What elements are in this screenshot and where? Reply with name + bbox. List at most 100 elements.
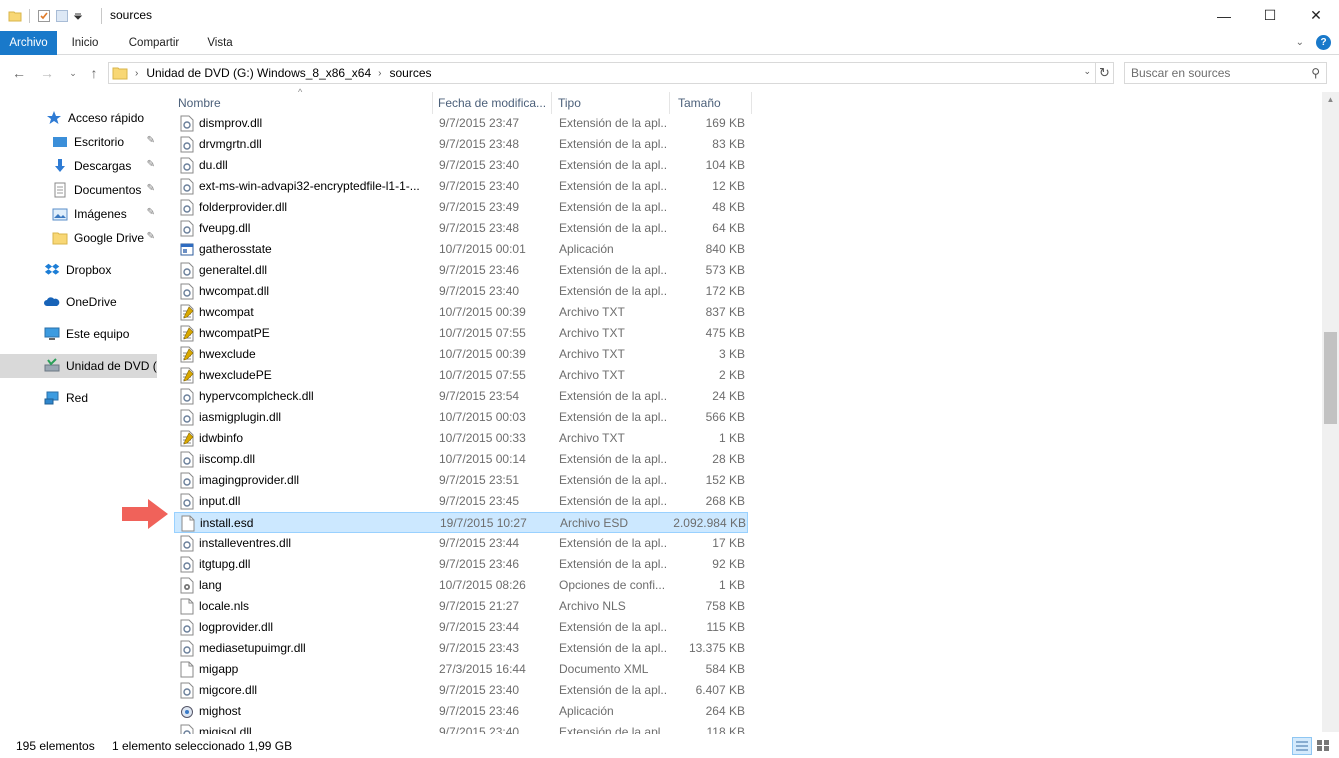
file-size: 118 KB — [706, 725, 745, 734]
table-row[interactable]: hwexclude 10/7/2015 00:39 Archivo TXT 3 KB — [174, 344, 748, 365]
breadcrumb-sources[interactable]: sources — [389, 66, 431, 80]
address-bar[interactable]: › Unidad de DVD (G:) Windows_8_x86_x64 ›… — [108, 62, 1096, 84]
breadcrumb-chevron-icon[interactable]: › — [378, 68, 381, 79]
expand-ribbon-icon[interactable]: ⌄ — [1296, 37, 1304, 48]
vertical-scrollbar[interactable]: ▲ — [1322, 92, 1339, 732]
properties-icon[interactable] — [37, 9, 51, 23]
nav-item-escritorio[interactable]: Escritorio ✎ — [0, 130, 157, 154]
dll-file-icon — [180, 535, 194, 552]
column-header-tipo[interactable]: Tipo — [554, 92, 670, 114]
table-row[interactable]: hwcompatPE 10/7/2015 07:55 Archivo TXT 475 … — [174, 323, 748, 344]
blank-file-icon — [180, 661, 194, 678]
tab-vista[interactable]: Vista — [201, 31, 239, 55]
recent-locations-icon[interactable]: ⌄ — [64, 64, 82, 82]
nav-item-onedrive[interactable]: OneDrive — [0, 290, 157, 314]
new-folder-icon[interactable] — [55, 9, 69, 23]
table-row[interactable]: lang 10/7/2015 08:26 Opciones de confi... 1… — [174, 575, 748, 596]
file-date: 10/7/2015 00:01 — [439, 242, 526, 256]
nav-item-documentos[interactable]: Documentos ✎ — [0, 178, 157, 202]
maximize-button[interactable]: ☐ — [1247, 0, 1293, 31]
pin-icon[interactable]: ✎ — [147, 207, 155, 218]
scroll-up-arrow-icon[interactable]: ▲ — [1322, 92, 1339, 108]
forward-arrow-icon[interactable]: → — [38, 64, 56, 82]
nav-item-acceso-rapido[interactable]: Acceso rápido — [0, 106, 157, 130]
file-size: 584 KB — [705, 662, 745, 676]
large-icons-view-icon[interactable] — [1314, 737, 1334, 755]
file-date: 9/7/2015 23:40 — [439, 683, 520, 697]
file-size: 2 KB — [718, 368, 745, 382]
tab-compartir[interactable]: Compartir — [122, 31, 186, 55]
table-row[interactable]: itgtupg.dll 9/7/2015 23:46 Extensión de la… — [174, 554, 748, 575]
star-icon — [47, 111, 61, 124]
file-size: 840 KB — [705, 242, 745, 256]
table-row[interactable]: imagingprovider.dll 9/7/2015 23:51 Extensi… — [174, 470, 748, 491]
table-row[interactable]: iiscomp.dll 10/7/2015 00:14 Extensión de l… — [174, 449, 748, 470]
file-name: locale.nls — [199, 599, 250, 613]
table-row-selected[interactable]: install.esd 19/7/2015 10:27 Archivo ESD 2.0… — [174, 512, 748, 533]
table-row[interactable]: locale.nls 9/7/2015 21:27 Archivo NLS 758 K… — [174, 596, 748, 617]
pin-icon[interactable]: ✎ — [147, 159, 155, 170]
breadcrumb-drive[interactable]: Unidad de DVD (G:) Windows_8_x86_x64 — [146, 66, 371, 80]
table-row[interactable]: dismprov.dll 9/7/2015 23:47 Extensión de l… — [174, 114, 748, 134]
table-row[interactable]: idwbinfo 10/7/2015 00:33 Archivo TXT 1 KB — [174, 428, 748, 449]
table-row[interactable]: hwcompat 10/7/2015 00:39 Archivo TXT 837 KB — [174, 302, 748, 323]
file-type: Archivo TXT — [559, 431, 625, 445]
file-type: Extensión de la apl... — [559, 116, 667, 130]
search-input[interactable] — [1131, 63, 1301, 83]
tab-archivo[interactable]: Archivo — [0, 31, 57, 55]
table-row[interactable]: hwexcludePE 10/7/2015 07:55 Archivo TXT 2 K… — [174, 365, 748, 386]
table-row[interactable]: installeventres.dll 9/7/2015 23:44 Extensi… — [174, 533, 748, 554]
column-header-nombre[interactable]: Nombre — [174, 92, 433, 114]
nav-item-red[interactable]: Red — [0, 386, 157, 410]
table-row[interactable]: mighost 9/7/2015 23:46 Aplicación 264 KB — [174, 701, 748, 722]
nav-item-descargas[interactable]: Descargas ✎ — [0, 154, 157, 178]
nav-item-dropbox[interactable]: Dropbox — [0, 258, 157, 282]
table-row[interactable]: drvmgrtn.dll 9/7/2015 23:48 Extensión de l… — [174, 134, 748, 155]
table-row[interactable]: migisol.dll 9/7/2015 23:40 Extensión de la… — [174, 722, 748, 734]
close-button[interactable]: ✕ — [1293, 0, 1339, 31]
table-row[interactable]: migcore.dll 9/7/2015 23:40 Extensión de la… — [174, 680, 748, 701]
table-row[interactable]: logprovider.dll 9/7/2015 23:44 Extensión d… — [174, 617, 748, 638]
table-row[interactable]: folderprovider.dll 9/7/2015 23:49 Extensió… — [174, 197, 748, 218]
file-name: fveupg.dll — [199, 221, 251, 235]
table-row[interactable]: migapp 27/3/2015 16:44 Documento XML 584 KB — [174, 659, 748, 680]
refresh-icon[interactable]: ↻ — [1096, 62, 1114, 84]
pin-icon[interactable]: ✎ — [147, 183, 155, 194]
file-date: 10/7/2015 00:03 — [439, 410, 526, 424]
table-row[interactable]: hypervcomplcheck.dll 9/7/2015 23:54 Extens… — [174, 386, 748, 407]
back-arrow-icon[interactable]: ← — [10, 64, 28, 82]
desktop-folder-icon — [53, 137, 67, 147]
table-row[interactable]: generaltel.dll 9/7/2015 23:46 Extensión de… — [174, 260, 748, 281]
table-row[interactable]: iasmigplugin.dll 10/7/2015 00:03 Extensión… — [174, 407, 748, 428]
file-size: 2.092.984 KB — [673, 516, 746, 530]
table-row[interactable]: hwcompat.dll 9/7/2015 23:40 Extensión de l… — [174, 281, 748, 302]
table-row[interactable]: gatherosstate 10/7/2015 00:01 Aplicación 84… — [174, 239, 748, 260]
help-icon[interactable]: ? — [1316, 35, 1331, 50]
search-icon[interactable]: ⚲ — [1311, 66, 1320, 80]
tab-inicio[interactable]: Inicio — [64, 31, 106, 55]
minimize-button[interactable]: — — [1201, 0, 1247, 31]
table-row[interactable]: fveupg.dll 9/7/2015 23:48 Extensión de la … — [174, 218, 748, 239]
table-row[interactable]: mediasetupuimgr.dll 9/7/2015 23:43 Extensi… — [174, 638, 748, 659]
file-name: hwcompat.dll — [199, 284, 270, 298]
text-file-icon — [180, 367, 194, 384]
table-row[interactable]: du.dll 9/7/2015 23:40 Extensión de la apl.… — [174, 155, 748, 176]
pin-icon[interactable]: ✎ — [147, 231, 155, 242]
nav-item-imagenes[interactable]: Imágenes ✎ — [0, 202, 157, 226]
table-row[interactable]: ext-ms-win-advapi32-encryptedfile-l1-1-.… — [174, 176, 748, 197]
details-view-icon[interactable] — [1292, 737, 1312, 755]
file-size: 566 KB — [705, 410, 745, 424]
address-history-chevron-icon[interactable]: ⌄ — [1083, 66, 1091, 77]
nav-item-este-equipo[interactable]: Este equipo — [0, 322, 157, 346]
search-box[interactable]: ⚲ — [1124, 62, 1327, 84]
file-date: 9/7/2015 23:43 — [439, 641, 520, 655]
column-header-tamano[interactable]: Tamaño — [674, 92, 752, 114]
scrollbar-thumb[interactable] — [1324, 332, 1337, 424]
chevron-down-icon[interactable] — [73, 9, 83, 23]
pin-icon[interactable]: ✎ — [147, 135, 155, 146]
nav-item-unidad-dvd[interactable]: Unidad de DVD (G: — [0, 354, 157, 378]
table-row[interactable]: input.dll 9/7/2015 23:45 Extensión de la a… — [174, 491, 748, 512]
up-arrow-icon[interactable]: ↑ — [85, 64, 103, 82]
column-header-fecha[interactable]: Fecha de modifica... — [434, 92, 552, 114]
nav-item-google-drive[interactable]: Google Drive ✎ — [0, 226, 157, 250]
